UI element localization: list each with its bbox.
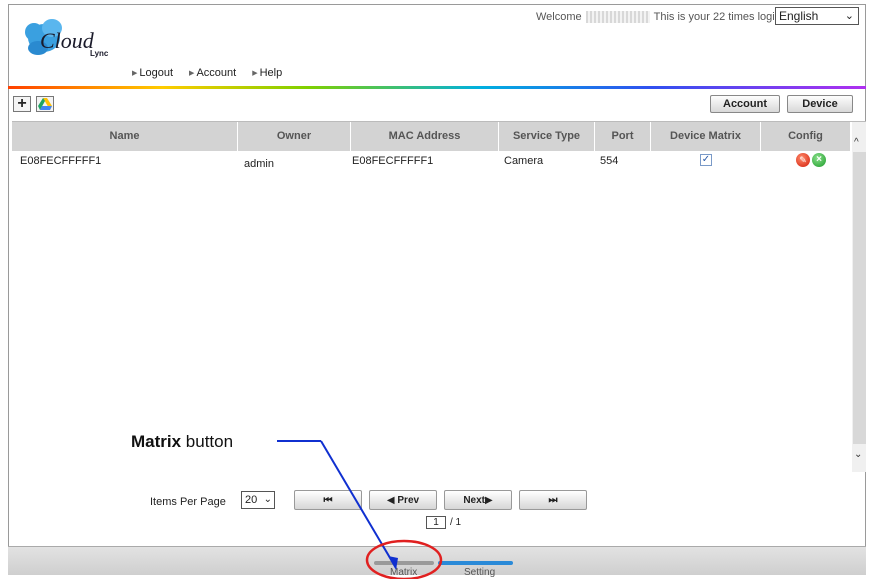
scrollbar-thumb[interactable] <box>853 152 866 444</box>
cell-mac: E08FECFFFFF1 <box>352 155 434 167</box>
cloudlync-logo: Cloud Lync <box>22 12 132 64</box>
top-nav: ▶ Logout ▶ Account ▶ Help <box>132 67 282 79</box>
column-config[interactable]: Config <box>761 122 850 151</box>
language-select[interactable]: English ⌄ <box>775 7 859 25</box>
setting-tab[interactable]: Setting <box>464 567 495 578</box>
logo-sub-text: Lync <box>90 49 109 58</box>
google-drive-button[interactable] <box>36 96 54 112</box>
cell-service-type: Camera <box>504 155 544 167</box>
scroll-down-icon[interactable]: ⌄ <box>854 449 862 460</box>
google-drive-icon <box>38 98 52 110</box>
cell-owner: admin <box>244 158 274 170</box>
column-owner[interactable]: Owner <box>238 122 351 151</box>
next-page-button[interactable]: Next▶ <box>444 490 512 510</box>
username-masked <box>585 11 650 23</box>
prev-page-button[interactable]: ◀ Prev <box>369 490 437 510</box>
chevron-down-icon: ⌄ <box>263 494 272 505</box>
device-table: Name Owner MAC Address Service Type Port… <box>12 121 866 472</box>
device-matrix-checkbox[interactable]: ✓ <box>700 154 712 166</box>
add-button[interactable]: + <box>13 96 31 112</box>
column-mac-address[interactable]: MAC Address <box>351 122 499 151</box>
table-header: Name Owner MAC Address Service Type Port… <box>12 122 850 151</box>
matrix-tab-indicator[interactable] <box>374 561 434 565</box>
matrix-tab[interactable]: Matrix <box>390 567 417 578</box>
column-port[interactable]: Port <box>595 122 651 151</box>
last-page-button[interactable]: ⏭ <box>519 490 587 510</box>
login-count-text: This is your 22 times login. <box>653 11 784 23</box>
delete-icon[interactable]: × <box>812 153 826 167</box>
annotation-label: Matrix button <box>131 432 234 451</box>
pagination: Items Per Page 20 ⌄ ⏮ ◀ Prev Next▶ ⏭ 1 /… <box>0 487 874 537</box>
scroll-up-icon[interactable]: ^ <box>854 137 859 148</box>
welcome-message: Welcome This is your 22 times login. <box>536 11 784 23</box>
rainbow-divider <box>8 86 866 89</box>
triangle-right-icon: ▶ <box>132 70 138 77</box>
triangle-right-icon: ▶ <box>189 70 195 77</box>
edit-icon[interactable]: ✎ <box>796 153 810 167</box>
page-number-input[interactable]: 1 <box>426 516 446 529</box>
account-button[interactable]: Account <box>710 95 780 113</box>
page-total: / 1 <box>450 517 462 528</box>
triangle-right-icon: ▶ <box>252 70 258 77</box>
first-page-button[interactable]: ⏮ <box>294 490 362 510</box>
items-per-page-select[interactable]: 20 ⌄ <box>241 491 275 509</box>
column-device-matrix[interactable]: Device Matrix <box>651 122 761 151</box>
cell-name: E08FECFFFFF1 <box>20 155 102 167</box>
chevron-down-icon: ⌄ <box>844 10 854 22</box>
welcome-label: Welcome <box>536 11 582 23</box>
setting-tab-indicator[interactable] <box>438 561 513 565</box>
column-service-type[interactable]: Service Type <box>499 122 595 151</box>
column-name[interactable]: Name <box>12 122 238 151</box>
device-button[interactable]: Device <box>787 95 853 113</box>
bottom-tab-bar <box>8 546 866 575</box>
nav-logout[interactable]: ▶ Logout <box>132 67 173 79</box>
items-per-page-label: Items Per Page <box>150 496 226 508</box>
plus-icon: + <box>17 95 27 112</box>
nav-help[interactable]: ▶ Help <box>252 67 282 79</box>
table-row[interactable]: E08FECFFFFF1 admin E08FECFFFFF1 Camera 5… <box>12 151 850 171</box>
nav-account[interactable]: ▶ Account <box>189 67 236 79</box>
cell-port: 554 <box>600 155 619 167</box>
logo-text: Cloud <box>40 28 95 53</box>
